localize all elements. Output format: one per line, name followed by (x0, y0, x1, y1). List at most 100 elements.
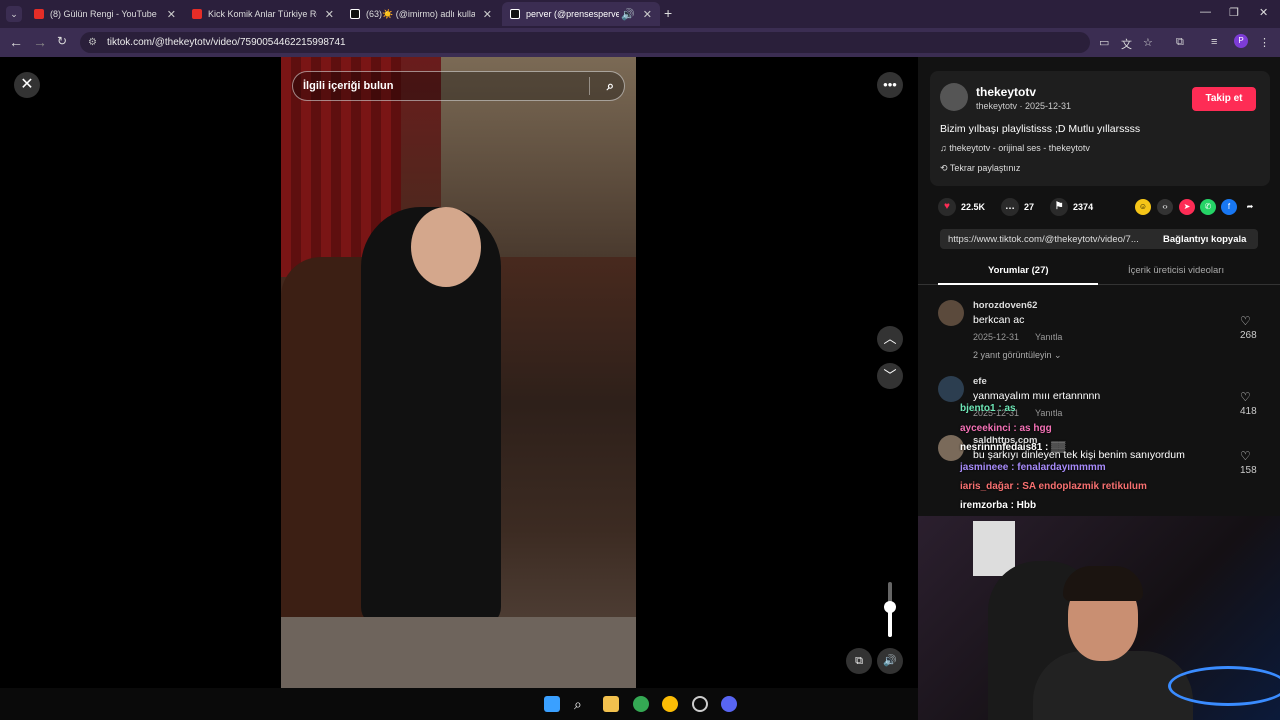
taskbar: ⌕ (0, 688, 918, 720)
view-replies-button[interactable]: 2 yanıt görüntüleyin ⌄ (973, 350, 1062, 361)
tab-comments[interactable]: Yorumlar (27) (988, 265, 1049, 276)
save-count: 2374 (1073, 202, 1094, 212)
tab-title: (63)☀️ (@imirmo) adlı kullanıcı (366, 8, 475, 19)
tab-search-button[interactable]: ⌄ (6, 6, 22, 22)
search-icon[interactable]: ⌕ (574, 696, 590, 712)
comment-tabs: Yorumlar (27) İçerik üreticisi videoları (918, 257, 1280, 285)
youtube-icon (192, 9, 202, 19)
forward-icon[interactable]: → (33, 34, 47, 50)
close-video-button[interactable]: ✕ (14, 72, 40, 98)
commenter-avatar[interactable] (938, 300, 964, 326)
toolbar: ← → ↻ ⚙ tiktok.com/@thekeytotv/video/759… (0, 28, 1280, 57)
video-singer-head (411, 207, 481, 287)
restore-icon[interactable]: ❐ (1229, 6, 1239, 19)
creator-avatar[interactable] (940, 83, 968, 111)
chrome-icon[interactable] (633, 696, 649, 712)
copy-link-button[interactable]: Bağlantıyı kopyala (1155, 234, 1246, 245)
tab-youtube-1[interactable]: (8) Gülün Rengi - YouTube ✕ (26, 2, 184, 26)
follow-button[interactable]: Takip et (1192, 87, 1256, 111)
chat-text: jasmineee : fenalardayımmmm (960, 462, 1106, 473)
comment-like-icon[interactable]: ♡ (1240, 449, 1251, 463)
site-info-icon[interactable]: ⚙ (88, 37, 97, 48)
comment-icon: … (1001, 198, 1020, 216)
close-tab-icon[interactable]: ✕ (325, 8, 334, 21)
commenter-avatar[interactable] (938, 376, 964, 402)
bookmark-star-icon[interactable]: ☆ (1143, 36, 1153, 49)
share-friend-icon[interactable]: ☺ (1135, 199, 1151, 215)
file-explorer-icon[interactable] (603, 696, 619, 712)
volume-button[interactable]: 🔊 (877, 648, 903, 674)
address-bar[interactable]: ⚙ tiktok.com/@thekeytotv/video/759005446… (80, 32, 1090, 53)
comment-date: 2025-12-31 (973, 332, 1020, 342)
reply-button[interactable]: Yanıtla (1035, 408, 1062, 418)
tab-tiktok-1[interactable]: (63)☀️ (@imirmo) adlı kullanıcı ✕ (342, 2, 500, 26)
reply-button[interactable]: Yanıtla (1035, 332, 1062, 342)
reading-list-icon[interactable]: ≡ (1211, 36, 1217, 48)
profile-avatar[interactable]: P (1234, 34, 1248, 48)
search-divider (589, 77, 590, 95)
comment-like-icon[interactable]: ♡ (1240, 314, 1251, 328)
facebook-icon[interactable]: f (1221, 199, 1237, 215)
comment-like-count: 268 (1240, 330, 1257, 341)
repost-indicator: ⟲ Tekrar paylaştınız (940, 163, 1020, 174)
video-player[interactable]: İlgili içeriği bulun ⌕ (281, 57, 636, 688)
floating-player-button[interactable]: ⧉ (846, 648, 872, 674)
install-app-icon[interactable]: ▭ (1099, 36, 1109, 49)
chat-text: iaris_dağar : SA endoplazmik retikulum (960, 481, 1147, 492)
search-placeholder: İlgili içeriği bulun (303, 80, 394, 92)
creator-subline: thekeytotv · 2025-12-31 (976, 101, 1072, 111)
more-options-button[interactable]: ••• (877, 72, 903, 98)
like-button[interactable]: ♥ 22.5K (938, 198, 985, 216)
related-search-input[interactable]: İlgili içeriği bulun ⌕ (292, 71, 625, 101)
chat-text: nesrinnnfedais81 : ▒▒ (960, 442, 1066, 453)
send-icon[interactable]: ➤ (1179, 199, 1195, 215)
share-arrow-icon[interactable]: ➦ (1242, 199, 1258, 215)
share-link-url[interactable]: https://www.tiktok.com/@thekeytotv/video… (940, 234, 1155, 245)
previous-video-button[interactable]: ︿ (877, 326, 903, 352)
comment-like-icon[interactable]: ♡ (1240, 390, 1251, 404)
new-tab-button[interactable]: + (664, 5, 672, 21)
video-floor (281, 617, 636, 688)
close-tab-icon[interactable]: ✕ (643, 8, 652, 21)
comment-button[interactable]: … 27 (1001, 198, 1034, 216)
discord-icon[interactable] (721, 696, 737, 712)
tab-creator-videos[interactable]: İçerik üreticisi videoları (1128, 265, 1224, 276)
minimize-icon[interactable]: — (1200, 6, 1211, 18)
commenter-username[interactable]: horozdoven62 (973, 300, 1037, 311)
translate-icon[interactable]: 文 (1121, 36, 1132, 52)
next-video-button[interactable]: ﹀ (877, 363, 903, 389)
menu-kebab-icon[interactable]: ⋮ (1259, 36, 1270, 49)
tab-youtube-2[interactable]: Kick Komik Anlar Türkiye Rewind ✕ (184, 2, 342, 26)
wall-poster (973, 521, 1015, 576)
post-description: Bizim yılbaşı playlistisss ;D Mutlu yıll… (940, 123, 1141, 135)
tab-tiktok-active[interactable]: perver (@prensesperver) | TikTok 🔊 ✕ (502, 2, 660, 26)
chrome-profile-icon[interactable] (662, 696, 678, 712)
speaker-icon[interactable]: 🔊 (621, 8, 635, 21)
music-link[interactable]: ♫ thekeytotv - orijinal ses - thekeytotv (940, 143, 1090, 153)
close-tab-icon[interactable]: ✕ (483, 8, 492, 21)
close-window-icon[interactable]: ✕ (1259, 6, 1268, 19)
active-tab-underline (938, 283, 1098, 285)
chat-text: iremzorba : Hbb (960, 500, 1037, 511)
streamer-webcam (918, 516, 1280, 720)
volume-slider[interactable] (884, 582, 896, 637)
tab-title: (8) Gülün Rengi - YouTube (50, 9, 157, 19)
extensions-icon[interactable]: ⧉ (1176, 36, 1184, 49)
creator-username[interactable]: thekeytotv (976, 85, 1036, 99)
close-tab-icon[interactable]: ✕ (167, 8, 176, 21)
search-icon[interactable]: ⌕ (607, 78, 614, 94)
repost-icon: ⟲ (940, 163, 950, 173)
windows-start-icon[interactable] (544, 696, 560, 712)
heart-icon: ♥ (938, 198, 956, 216)
whatsapp-icon[interactable]: ✆ (1200, 199, 1216, 215)
tab-title: perver (@prensesperver) | TikTok (526, 9, 620, 19)
embed-icon[interactable]: ‹› (1157, 199, 1173, 215)
back-icon[interactable]: ← (9, 34, 23, 50)
save-button[interactable]: ⚑ 2374 (1050, 198, 1093, 216)
youtube-icon (34, 9, 44, 19)
commenter-username[interactable]: efe (973, 376, 987, 387)
volume-knob[interactable] (884, 600, 896, 613)
reload-icon[interactable]: ↻ (57, 34, 67, 48)
led-light (1168, 666, 1280, 706)
obs-icon[interactable] (692, 696, 708, 712)
